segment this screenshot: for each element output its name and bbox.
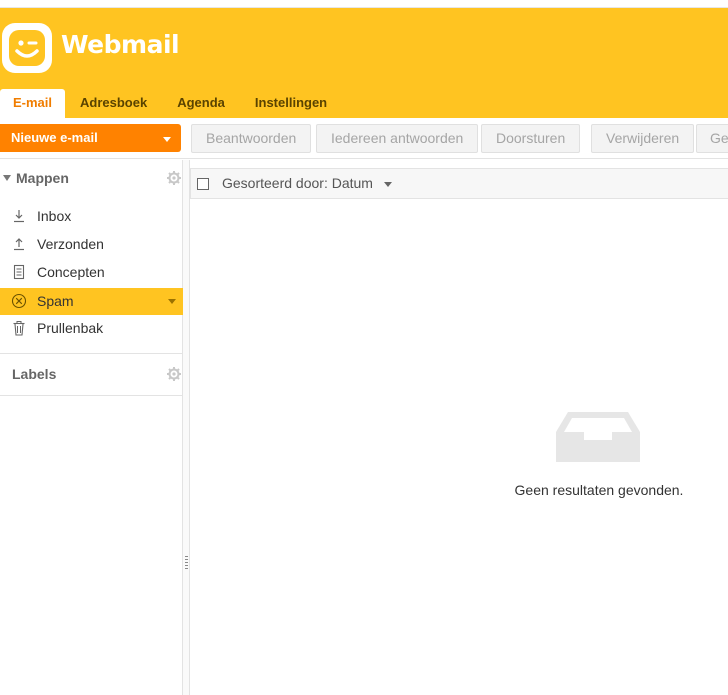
tab-agenda[interactable]: Agenda [162,89,240,118]
folder-label: Concepten [37,264,105,280]
folders-heading: Mappen [16,170,69,186]
folder-spam[interactable]: Spam [0,288,183,315]
message-list-header: Gesorteerd door: Datum [190,168,728,199]
tab-email[interactable]: E-mail [0,89,66,118]
folder-label: Spam [37,293,74,309]
main-tabs: E-mail Adresboek Agenda Instellingen [0,89,342,118]
folder-label: Prullenbak [37,320,104,336]
sidebar: Mappen Inbox Verzonden Concepten Spam Pr… [0,160,183,695]
empty-tray-icon [556,412,640,462]
gear-icon[interactable] [167,367,181,381]
chevron-down-icon[interactable] [168,299,176,304]
divider [0,395,183,396]
delete-button[interactable]: Verwijderen [591,124,695,153]
message-list-pane: Gesorteerd door: Datum Geen resultaten g… [190,160,728,695]
collapse-triangle-icon[interactable] [3,175,11,181]
folder-label: Inbox [37,208,72,224]
divider [0,353,183,354]
chevron-down-icon[interactable] [163,137,171,142]
chevron-down-icon[interactable] [384,182,392,187]
reply-all-button[interactable]: Iedereen antwoorden [316,124,479,153]
folder-prullenbak[interactable]: Prullenbak [0,315,183,342]
pane-splitter[interactable] [183,160,190,695]
spam-circle-x-icon [11,293,27,309]
trash-icon [13,321,25,336]
brand-name: Webmail [61,30,180,59]
logo[interactable] [2,23,52,73]
smiley-wink-icon [9,30,45,66]
reply-button[interactable]: Beantwoorden [191,124,312,153]
mail-toolbar: Nieuwe e-mail Beantwoorden Iedereen antw… [0,118,728,159]
labels-section-header[interactable]: Labels [0,356,183,392]
folder-verzonden[interactable]: Verzonden [0,231,183,258]
new-mail-button[interactable]: Nieuwe e-mail [0,124,181,152]
move-button[interactable]: Ge [696,124,728,153]
resize-grip-icon[interactable] [185,556,188,570]
draft-document-icon [13,264,25,280]
folders-section-header[interactable]: Mappen [0,160,183,196]
sort-selector[interactable]: Gesorteerd door: Datum [222,169,373,198]
folder-concepten[interactable]: Concepten [0,259,183,286]
gear-icon[interactable] [167,171,181,185]
tab-instellingen[interactable]: Instellingen [240,89,342,118]
labels-heading: Labels [12,366,57,382]
sent-arrow-icon [14,238,24,251]
app-header: Webmail E-mail Adresboek Agenda Instelli… [0,8,728,118]
inbox-arrow-icon [14,210,24,223]
folder-label: Verzonden [37,236,104,252]
window-top-edge [0,0,728,8]
tab-adresboek[interactable]: Adresboek [65,89,162,118]
new-mail-label: Nieuwe e-mail [11,130,98,145]
forward-button[interactable]: Doorsturen [481,124,581,153]
folder-inbox[interactable]: Inbox [0,203,183,230]
select-all-checkbox[interactable] [197,178,209,190]
empty-state-text: Geen resultaten gevonden. [514,482,684,498]
